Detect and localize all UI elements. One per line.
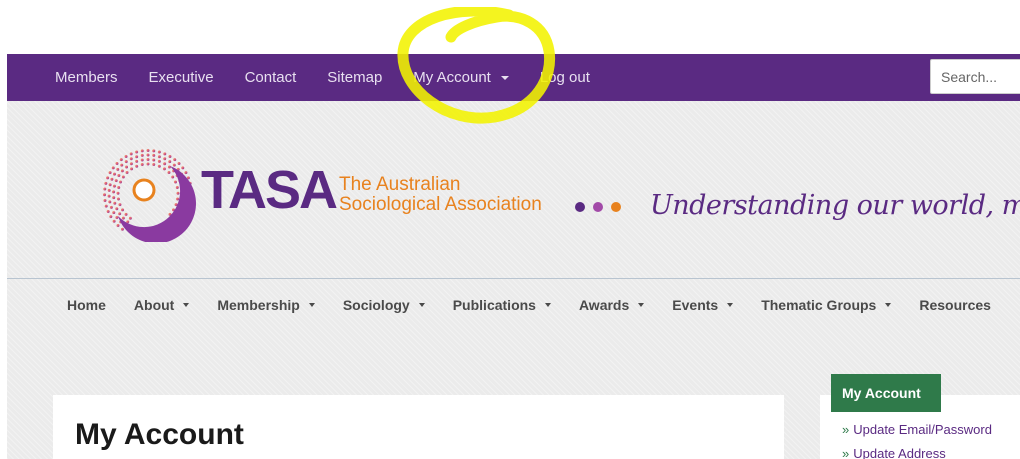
sidebar-link-update-address[interactable]: » Update Address bbox=[842, 446, 992, 459]
main-nav-home[interactable]: Home bbox=[67, 297, 106, 313]
tagline: Understanding our world, making a bbox=[650, 190, 1020, 221]
search-input[interactable] bbox=[930, 59, 1020, 94]
chevron-down-icon bbox=[638, 303, 645, 307]
chevron-down-icon bbox=[308, 303, 315, 307]
main-nav-events[interactable]: Events bbox=[672, 297, 734, 313]
sidebar-link-update-email-password[interactable]: » Update Email/Password bbox=[842, 422, 992, 437]
top-bar: Members Executive Contact Sitemap My Acc… bbox=[7, 54, 1020, 101]
top-nav: Members Executive Contact Sitemap My Acc… bbox=[55, 54, 621, 101]
brand-dot bbox=[611, 202, 621, 212]
top-nav-my-account[interactable]: My Account bbox=[413, 69, 509, 86]
brand-dot bbox=[593, 202, 603, 212]
logo-subtitle-line: Sociological Association bbox=[339, 194, 542, 215]
top-nav-label: Sitemap bbox=[327, 69, 383, 86]
logo-subtitle-line: The Australian bbox=[339, 174, 461, 195]
main-nav-membership[interactable]: Membership bbox=[217, 297, 315, 313]
top-nav-label: Contact bbox=[244, 69, 297, 86]
top-nav-members[interactable]: Members bbox=[55, 69, 118, 86]
top-nav-executive[interactable]: Executive bbox=[149, 69, 214, 86]
main-nav-label: Publications bbox=[452, 297, 536, 313]
top-nav-sitemap[interactable]: Sitemap bbox=[327, 69, 382, 86]
chevron-down-icon bbox=[183, 303, 190, 307]
brand-dot bbox=[575, 202, 585, 212]
chevron-down-icon bbox=[885, 303, 892, 307]
page-title: My Account bbox=[75, 418, 244, 451]
brand-dots bbox=[575, 202, 621, 212]
main-nav-label: Home bbox=[67, 297, 106, 313]
top-nav-label: Members bbox=[55, 69, 118, 86]
main-nav-label: Thematic Groups bbox=[761, 297, 877, 313]
main-nav-label: About bbox=[133, 297, 175, 313]
page: Members Executive Contact Sitemap My Acc… bbox=[7, 54, 1020, 459]
logo-subtitle: The Australian Sociological Association bbox=[339, 175, 542, 215]
chevron-down-icon bbox=[727, 303, 734, 307]
main-nav-sociology[interactable]: Sociology bbox=[343, 297, 425, 313]
main-nav-label: Sociology bbox=[342, 297, 410, 313]
main-nav-resources[interactable]: Resources bbox=[919, 297, 991, 313]
top-nav-contact[interactable]: Contact bbox=[245, 69, 297, 86]
main-nav-label: Membership bbox=[217, 297, 300, 313]
logo-text: TASA bbox=[201, 160, 338, 220]
main-nav-label: Events bbox=[672, 297, 719, 313]
top-nav-label: Executive bbox=[148, 69, 214, 86]
main-nav-publications[interactable]: Publications bbox=[453, 297, 551, 313]
main-nav-label: Resources bbox=[919, 297, 991, 313]
main-nav: Home About Membership Sociology Publicat… bbox=[67, 294, 1019, 316]
main-nav-about[interactable]: About bbox=[133, 297, 190, 313]
chevron-down-icon bbox=[500, 75, 509, 80]
sidebar-link-label: Update Email/Password bbox=[853, 422, 992, 437]
main-content: My Account bbox=[53, 395, 784, 459]
double-chevron-right-icon: » bbox=[842, 422, 850, 437]
sidebar-links: » Update Email/Password » Update Address bbox=[842, 422, 992, 459]
tasa-logo-icon bbox=[103, 149, 196, 242]
top-nav-log-out[interactable]: Log out bbox=[540, 69, 590, 86]
chevron-down-icon bbox=[544, 303, 551, 307]
top-nav-label: My Account bbox=[413, 69, 491, 86]
chevron-down-icon bbox=[418, 303, 425, 307]
double-chevron-right-icon: » bbox=[842, 446, 850, 459]
sidebar-title: My Account bbox=[831, 374, 941, 412]
top-nav-label: Log out bbox=[539, 69, 590, 86]
sidebar-link-label: Update Address bbox=[853, 446, 946, 459]
main-nav-label: Awards bbox=[578, 297, 630, 313]
main-nav-awards[interactable]: Awards bbox=[578, 297, 645, 313]
main-nav-thematic-groups[interactable]: Thematic Groups bbox=[761, 297, 892, 313]
divider bbox=[7, 278, 1020, 279]
